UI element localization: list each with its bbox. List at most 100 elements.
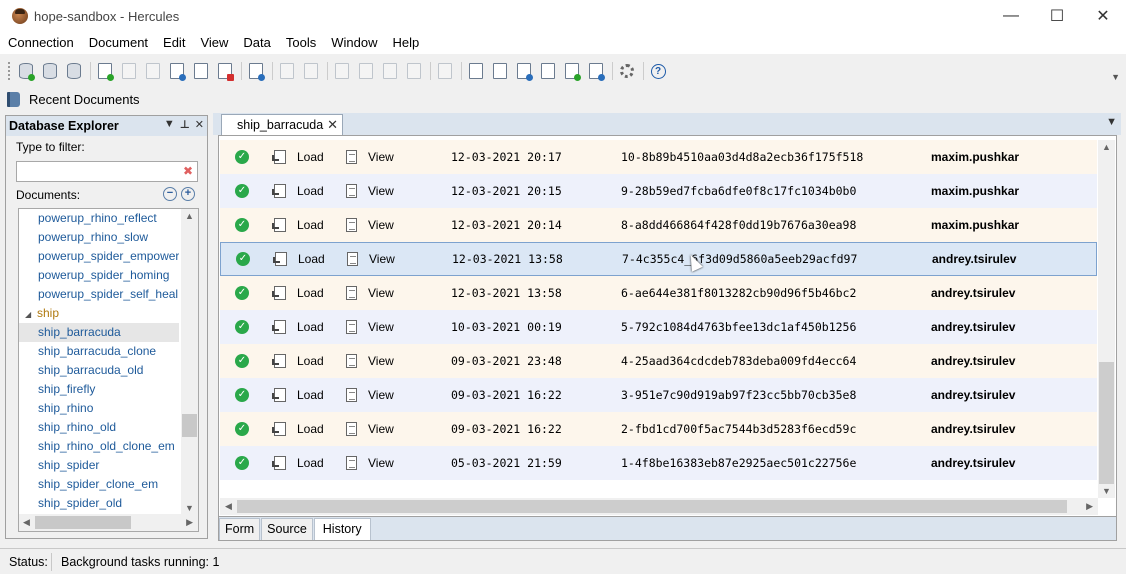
tree-item[interactable]: ship_barracuda_clone [19, 342, 179, 361]
history-row[interactable]: ✓ Load View 10-03-2021 00:19 5-792c1084d… [220, 310, 1097, 344]
load-icon[interactable] [272, 456, 286, 470]
toolbar-grip[interactable] [8, 62, 11, 80]
tree-item[interactable]: ship_spider_old [19, 494, 179, 513]
cut-button[interactable] [331, 60, 353, 82]
tree-item[interactable]: powerup_rhino_slow [19, 228, 179, 247]
menu-window[interactable]: Window [323, 32, 384, 54]
view-icon[interactable] [346, 456, 357, 470]
tree-item[interactable]: ship_spider [19, 456, 179, 475]
load-link[interactable]: Load [297, 218, 324, 232]
panel-menu-icon[interactable]: ▼ [164, 118, 175, 131]
tree-item[interactable]: powerup_spider_empower [19, 247, 179, 266]
database-menu-button[interactable] [63, 60, 85, 82]
scroll-up-icon[interactable]: ▲ [185, 211, 194, 221]
close-panel-icon[interactable]: ✕ [195, 118, 204, 131]
menu-document[interactable]: Document [81, 32, 155, 54]
view-link[interactable]: View [368, 456, 394, 470]
tab-list-icon[interactable]: ▼ [1106, 116, 1117, 128]
history-row[interactable]: ✓ Load View 12-03-2021 20:14 8-a8dd46686… [220, 208, 1097, 242]
history-horizontal-thumb[interactable] [237, 500, 1067, 513]
view-link[interactable]: View [369, 252, 395, 266]
load-link[interactable]: Load [297, 320, 324, 334]
tree-item[interactable]: powerup_spider_self_heal [19, 285, 179, 304]
view-link[interactable]: View [368, 184, 394, 198]
tab-source[interactable]: Source [261, 518, 313, 540]
history-row-selected[interactable]: ✓ Load View 12-03-2021 13:58 7-4c355c4_6… [220, 242, 1097, 276]
load-icon[interactable] [272, 150, 286, 164]
load-icon[interactable] [272, 286, 286, 300]
tab-history[interactable]: History [313, 518, 371, 540]
tree-item-selected[interactable]: ship_barracuda [19, 323, 179, 342]
tree-item[interactable]: ship_spider_clone_em [19, 475, 179, 494]
load-icon[interactable] [272, 388, 286, 402]
view-icon[interactable] [346, 218, 357, 232]
refresh-button[interactable] [245, 60, 267, 82]
load-icon[interactable] [272, 184, 286, 198]
filter-input[interactable]: ✖ [16, 161, 198, 182]
tree-horizontal-thumb[interactable] [35, 516, 131, 529]
history-vertical-thumb[interactable] [1099, 362, 1114, 484]
view-link[interactable]: View [368, 320, 394, 334]
scroll-left-icon[interactable]: ◀ [23, 517, 30, 528]
minimize-button[interactable]: — [988, 0, 1034, 32]
load-link[interactable]: Load [297, 456, 324, 470]
tree-horizontal-scrollbar[interactable]: ◀ ▶ [19, 514, 198, 531]
history-row[interactable]: ✓ Load View 05-03-2021 21:59 1-4f8be1638… [220, 446, 1097, 480]
menu-view[interactable]: View [192, 32, 235, 54]
help-button[interactable]: ? [647, 60, 669, 82]
script-button[interactable] [537, 60, 559, 82]
schema-button[interactable] [585, 60, 607, 82]
settings-button[interactable] [616, 60, 638, 82]
tree-vertical-thumb[interactable] [182, 414, 197, 437]
copy-button[interactable] [355, 60, 377, 82]
scroll-right-icon[interactable]: ▶ [186, 517, 193, 528]
redo-button[interactable] [300, 60, 322, 82]
menu-edit[interactable]: Edit [155, 32, 192, 54]
load-icon[interactable] [272, 218, 286, 232]
menu-data[interactable]: Data [235, 32, 277, 54]
tree-vertical-scrollbar[interactable]: ▲ ▼ [181, 209, 198, 515]
view-link[interactable]: View [368, 354, 394, 368]
tree-item[interactable]: ship_rhino_old [19, 418, 179, 437]
view-icon[interactable] [346, 286, 357, 300]
new-document-button[interactable] [94, 60, 116, 82]
tree-item[interactable]: powerup_rhino_reflect [19, 209, 179, 228]
menu-connection[interactable]: Connection [0, 32, 81, 54]
view-link[interactable]: View [368, 150, 394, 164]
load-icon[interactable] [273, 252, 287, 266]
tree-item[interactable]: ship_barracuda_old [19, 361, 179, 380]
view-link[interactable]: View [368, 286, 394, 300]
history-row[interactable]: ✓ Load View 09-03-2021 16:22 3-951e7c90d… [220, 378, 1097, 412]
load-link[interactable]: Load [297, 388, 324, 402]
history-vertical-scrollbar[interactable]: ▲ ▼ [1098, 140, 1115, 498]
history-row[interactable]: ✓ Load View 09-03-2021 16:22 2-fbd1cd700… [220, 412, 1097, 446]
tree-item[interactable]: powerup_spider_homing [19, 266, 179, 285]
scroll-up-icon[interactable]: ▲ [1102, 142, 1111, 152]
close-tab-icon[interactable]: ✕ [327, 117, 338, 133]
view-icon[interactable] [346, 388, 357, 402]
load-icon[interactable] [272, 422, 286, 436]
save-button[interactable] [118, 60, 140, 82]
undo-button[interactable] [276, 60, 298, 82]
delete-document-button[interactable] [214, 60, 236, 82]
collapse-all-button[interactable]: − [163, 187, 177, 201]
load-link[interactable]: Load [297, 286, 324, 300]
find-button[interactable] [434, 60, 456, 82]
view-link[interactable]: View [368, 388, 394, 402]
expand-arrow-icon[interactable]: ◢ [25, 305, 37, 323]
tab-ship-barracuda[interactable]: ship_barracuda ✕ [221, 114, 344, 135]
history-row[interactable]: ✓ Load View 12-03-2021 20:17 10-8b89b451… [220, 140, 1097, 174]
close-window-button[interactable]: ✕ [1080, 0, 1126, 32]
save-all-button[interactable] [142, 60, 164, 82]
load-link[interactable]: Load [297, 354, 324, 368]
scroll-right-icon[interactable]: ▶ [1086, 501, 1093, 512]
view-icon[interactable] [347, 252, 358, 266]
tree-item[interactable]: ship_rhino [19, 399, 179, 418]
tree-item[interactable]: ship_rhino_old_clone_em [19, 437, 179, 456]
table-view-button[interactable] [513, 60, 535, 82]
history-horizontal-scrollbar[interactable]: ◀ ▶ [220, 498, 1098, 515]
load-icon[interactable] [272, 320, 286, 334]
view-icon[interactable] [346, 320, 357, 334]
connect-button[interactable] [15, 60, 37, 82]
delete-button[interactable] [403, 60, 425, 82]
